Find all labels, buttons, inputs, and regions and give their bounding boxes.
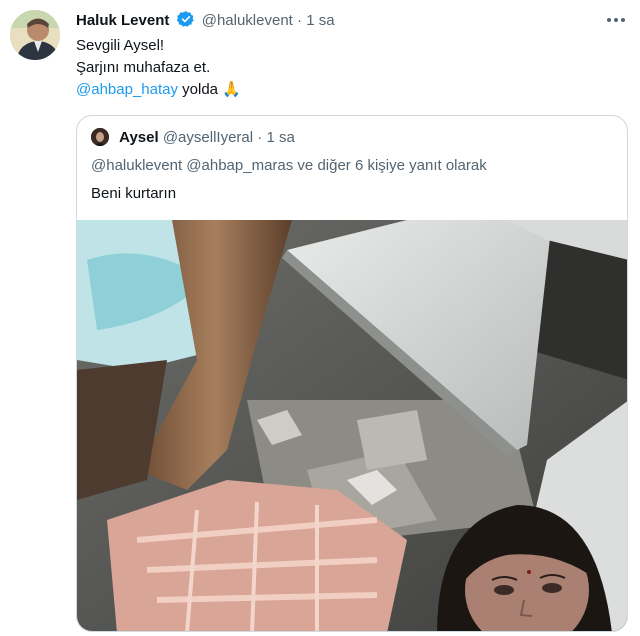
quote-header: Aysel @aysellIyeral · 1 sa: [91, 128, 295, 148]
reply-context-text: ve diğer 6 kişiye yanıt olarak: [293, 157, 487, 174]
quote-text: Beni kurtarın: [91, 185, 177, 202]
quoted-tweet[interactable]: Aysel @aysellIyeral · 1 sa @haluklevent …: [76, 115, 628, 632]
quote-photo[interactable]: [77, 220, 627, 631]
author-name[interactable]: Haluk Levent: [76, 12, 169, 29]
quote-author-handle[interactable]: @aysellIyeral: [163, 129, 253, 146]
author-avatar[interactable]: [10, 10, 60, 60]
author-handle[interactable]: @haluklevent: [202, 12, 293, 29]
quote-separator-dot: ·: [257, 129, 263, 146]
reply-context: @haluklevent @ahbap_maras ve diğer 6 kiş…: [91, 156, 487, 176]
reply-mention-2[interactable]: @ahbap_maras: [186, 157, 293, 174]
tweet-line-3-text: yolda 🙏: [177, 81, 241, 98]
tweet-text: Sevgili Aysel! Şarjını muhafaza et. @ahb…: [76, 35, 241, 101]
tweet-time[interactable]: 1 sa: [306, 12, 334, 29]
separator-dot: ·: [297, 12, 303, 29]
tweet-header: Haluk Levent @haluklevent · 1 sa: [76, 10, 335, 34]
quote-author-avatar[interactable]: [91, 128, 109, 146]
quote-author-name[interactable]: Aysel: [119, 129, 158, 146]
more-options-icon[interactable]: [604, 10, 628, 30]
tweet-line-3: @ahbap_hatay yolda 🙏: [76, 79, 241, 101]
mention-link[interactable]: @ahbap_hatay: [76, 81, 178, 98]
verified-badge-icon: [176, 10, 195, 34]
tweet-line-1: Sevgili Aysel!: [76, 37, 165, 54]
tweet-line-2: Şarjını muhafaza et.: [76, 59, 211, 76]
reply-mention-1[interactable]: @haluklevent: [91, 157, 182, 174]
quote-time[interactable]: 1 sa: [266, 129, 294, 146]
